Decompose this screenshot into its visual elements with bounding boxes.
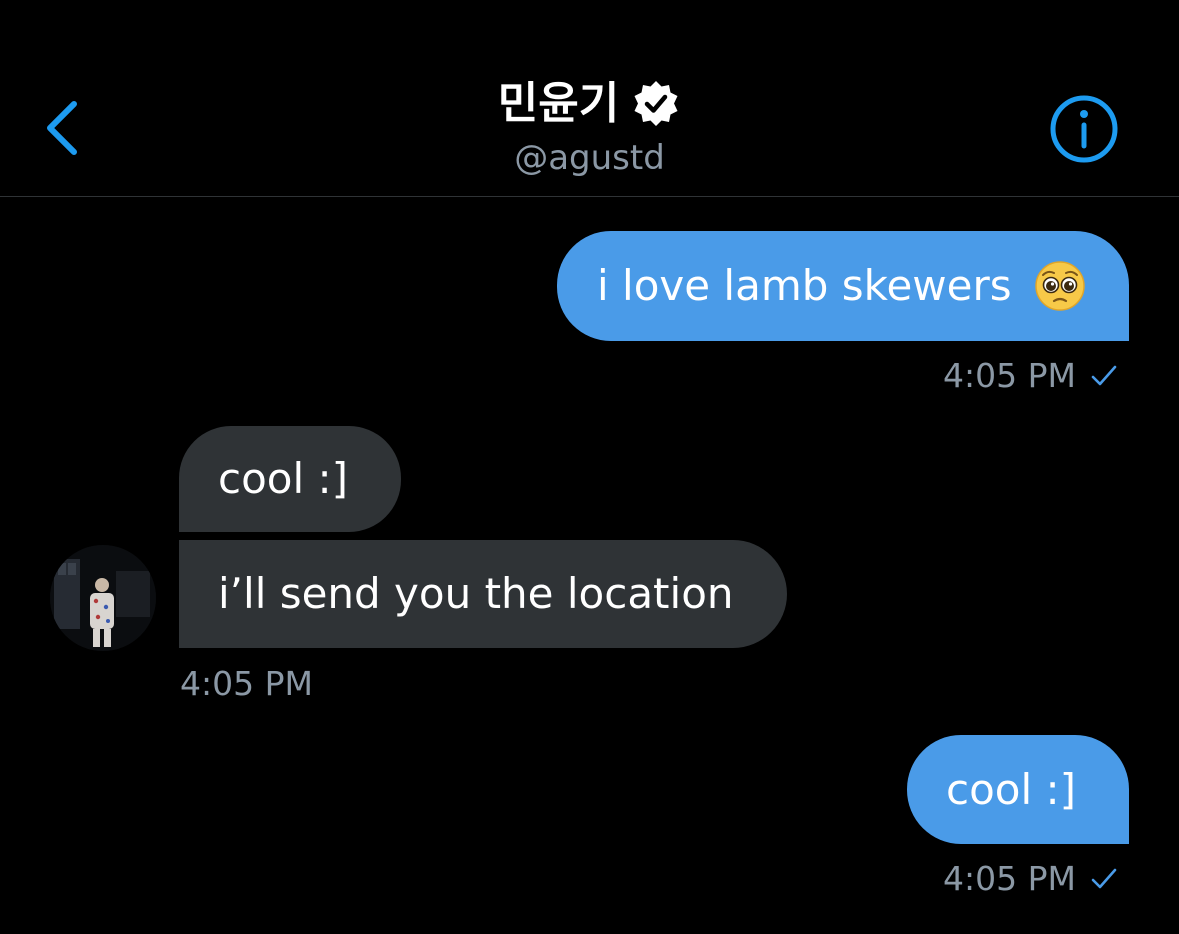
contact-avatar[interactable] xyxy=(50,545,156,651)
timestamp-text: 4:05 PM xyxy=(943,859,1076,898)
message-timestamp: 4:05 PM xyxy=(943,356,1118,396)
contact-name: 민윤기 xyxy=(497,78,620,129)
checkmark-icon xyxy=(1091,365,1117,386)
outgoing-message-bubble[interactable]: i love lamb skewers xyxy=(557,231,1129,341)
pleading-face-icon xyxy=(1034,261,1085,311)
outgoing-message-bubble[interactable]: cool :] xyxy=(907,735,1129,844)
message-timestamp: 4:05 PM xyxy=(180,664,313,704)
message-text: i’ll send you the location xyxy=(218,569,734,618)
message-text: i love lamb skewers xyxy=(597,261,1012,310)
conversation-header: 민윤기 @agustd xyxy=(0,0,1179,197)
message-text: cool :] xyxy=(218,454,349,503)
avatar-photo xyxy=(50,545,156,651)
title-area[interactable]: 민윤기 xyxy=(0,76,1179,132)
conversation-info-button[interactable] xyxy=(1049,94,1119,164)
incoming-message-bubble[interactable]: i’ll send you the location xyxy=(179,540,787,648)
contact-handle: @agustd xyxy=(514,138,665,178)
verified-badge-icon xyxy=(634,81,678,126)
timestamp-text: 4:05 PM xyxy=(180,664,313,703)
message-timestamp: 4:05 PM xyxy=(943,859,1118,899)
checkmark-icon xyxy=(1091,868,1117,889)
message-text: cool :] xyxy=(946,764,1077,814)
timestamp-text: 4:05 PM xyxy=(943,356,1076,395)
info-icon xyxy=(1050,95,1118,163)
incoming-message-bubble[interactable]: cool :] xyxy=(179,426,401,532)
